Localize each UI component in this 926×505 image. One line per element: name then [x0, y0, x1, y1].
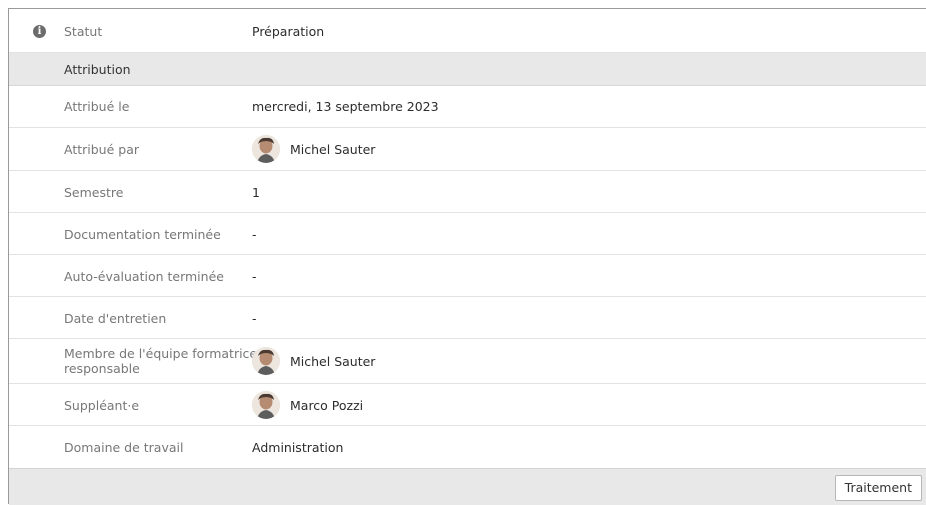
interview-date-row: Date d'entretien - — [9, 297, 926, 339]
assigned-on-row: Attribué le mercredi, 13 septembre 2023 — [9, 86, 926, 128]
assigned-by-person[interactable]: Michel Sauter — [252, 135, 375, 163]
status-row: i Statut Préparation — [9, 9, 926, 53]
responsible-member-label-line1: Membre de l'équipe formatrice — [64, 346, 258, 361]
substitute-row: Suppléant·e Marco Pozzi — [9, 384, 926, 426]
interview-date-value: - — [252, 311, 257, 326]
panel-footer: Traitement — [9, 468, 926, 505]
semester-value: 1 — [252, 185, 260, 200]
assigned-on-value: mercredi, 13 septembre 2023 — [252, 99, 439, 114]
status-label: Statut — [64, 24, 103, 39]
substitute-name[interactable]: Marco Pozzi — [290, 398, 363, 413]
responsible-member-name[interactable]: Michel Sauter — [290, 354, 375, 369]
avatar — [252, 135, 280, 163]
responsible-member-row: Membre de l'équipe formatrice responsabl… — [9, 339, 926, 384]
documentation-done-label: Documentation terminée — [64, 227, 221, 242]
self-evaluation-done-value: - — [252, 269, 257, 284]
assignment-details-panel: i Statut Préparation Attribution Attribu… — [8, 8, 926, 505]
work-domain-label: Domaine de travail — [64, 440, 184, 455]
info-icon: i — [33, 25, 46, 38]
self-evaluation-done-row: Auto-évaluation terminée - — [9, 255, 926, 297]
semester-label: Semestre — [64, 185, 124, 200]
processing-button[interactable]: Traitement — [834, 475, 922, 501]
assigned-by-label: Attribué par — [64, 142, 139, 157]
interview-date-label: Date d'entretien — [64, 311, 167, 326]
assigned-on-label: Attribué le — [64, 99, 130, 114]
responsible-member-label-line2: responsable — [64, 361, 140, 376]
documentation-done-row: Documentation terminée - — [9, 213, 926, 255]
assigned-by-row: Attribué par Michel Sauter — [9, 128, 926, 171]
attribution-section-header: Attribution — [9, 53, 926, 86]
substitute-person[interactable]: Marco Pozzi — [252, 391, 363, 419]
status-value: Préparation — [252, 24, 325, 39]
documentation-done-value: - — [252, 227, 257, 242]
avatar — [252, 391, 280, 419]
work-domain-row: Domaine de travail Administration — [9, 426, 926, 468]
section-title: Attribution — [64, 62, 131, 77]
work-domain-value: Administration — [252, 440, 344, 455]
substitute-label: Suppléant·e — [64, 398, 140, 413]
responsible-member-label: Membre de l'équipe formatrice responsabl… — [64, 346, 257, 376]
responsible-member-person[interactable]: Michel Sauter — [252, 347, 375, 375]
assigned-by-name[interactable]: Michel Sauter — [290, 142, 375, 157]
self-evaluation-done-label: Auto-évaluation terminée — [64, 269, 224, 284]
avatar — [252, 347, 280, 375]
semester-row: Semestre 1 — [9, 171, 926, 213]
